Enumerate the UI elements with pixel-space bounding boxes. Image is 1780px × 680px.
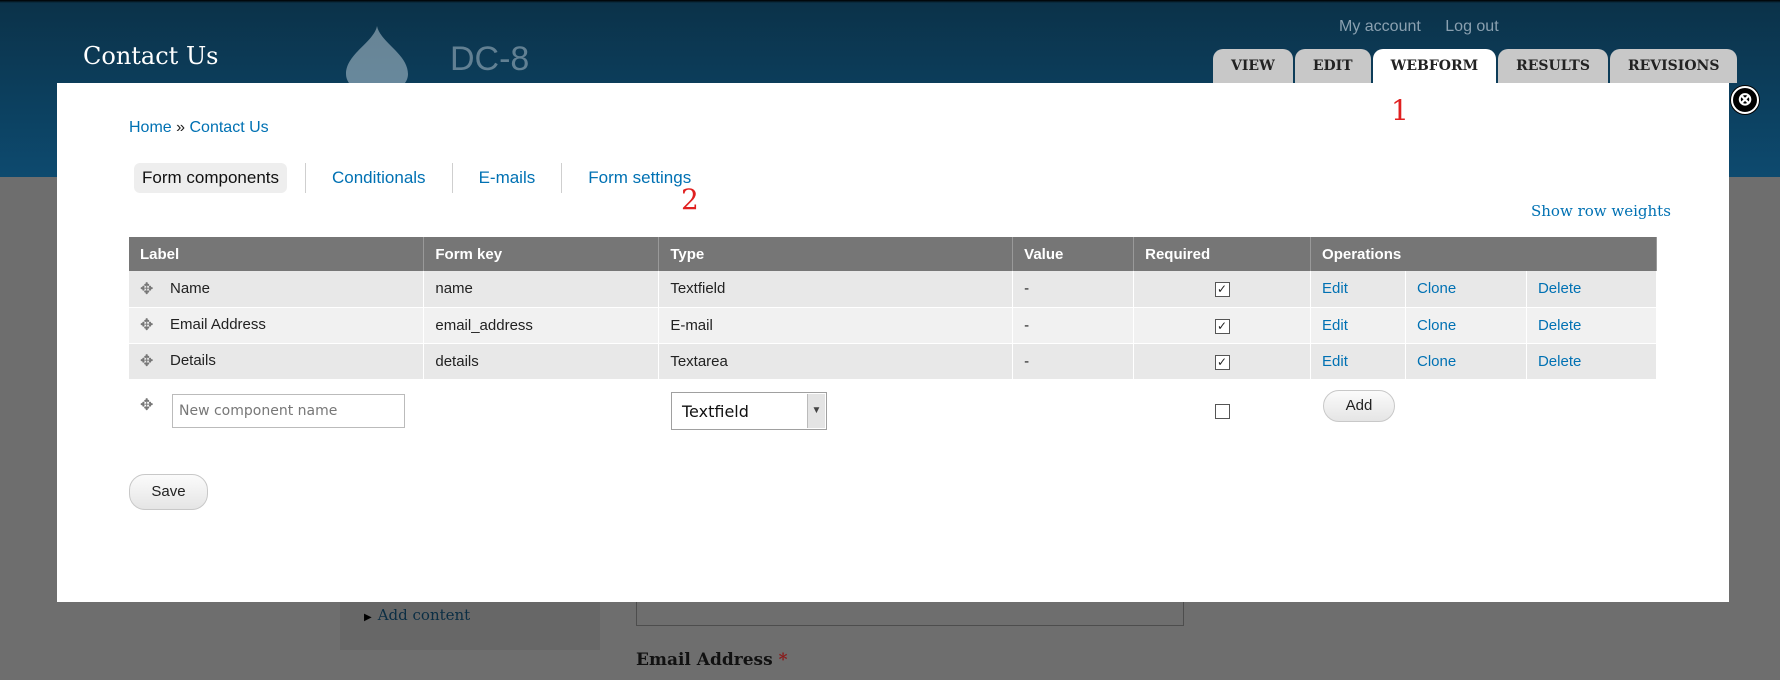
drag-handle-icon[interactable]: ✥: [140, 351, 156, 371]
breadcrumb-separator: »: [176, 119, 186, 136]
component-form-key: name: [423, 271, 660, 308]
delete-link[interactable]: Delete: [1538, 317, 1581, 334]
component-value: -: [1012, 343, 1135, 380]
clone-link[interactable]: Clone: [1417, 317, 1456, 334]
add-button[interactable]: Add: [1323, 390, 1395, 422]
component-value: -: [1012, 271, 1135, 308]
tab-form-settings[interactable]: Form settings: [561, 163, 717, 193]
site-name[interactable]: Contact Us: [83, 42, 218, 70]
header-value: Value: [1012, 237, 1135, 271]
tab-conditionals[interactable]: Conditionals: [305, 163, 452, 193]
edit-link[interactable]: Edit: [1322, 280, 1348, 297]
breadcrumb-contact-us[interactable]: Contact Us: [190, 119, 269, 136]
annotation-1: 1: [1391, 94, 1409, 127]
user-links: My account Log out: [1339, 18, 1519, 36]
component-form-key: email_address: [423, 307, 660, 344]
component-type: Textarea: [658, 343, 1014, 380]
required-checkbox[interactable]: ✓: [1214, 354, 1230, 370]
table-header-row: Label Form key Type Value Required Opera…: [129, 237, 1657, 271]
component-type: Textfield: [658, 271, 1014, 308]
delete-link[interactable]: Delete: [1538, 280, 1581, 297]
required-mark: *: [778, 650, 788, 670]
drag-handle-icon[interactable]: ✥: [140, 395, 156, 415]
show-row-weights-link[interactable]: Show row weights: [1531, 202, 1671, 220]
table-row: ✥ Details details Textarea - ✓ Edit Clone…: [129, 343, 1658, 380]
breadcrumb-home[interactable]: Home: [129, 119, 172, 136]
header-required: Required: [1133, 237, 1312, 271]
log-out-link[interactable]: Log out: [1445, 18, 1498, 35]
breadcrumb: Home » Contact Us: [129, 119, 269, 137]
close-icon[interactable]: ⊗: [1731, 86, 1759, 114]
primary-tabs: VIEW EDIT WEBFORM RESULTS REVISIONS: [1213, 49, 1738, 83]
component-type-selected: Textfield: [682, 402, 749, 421]
add-content-link[interactable]: ▶ Add content: [364, 606, 470, 624]
drag-handle-icon[interactable]: ✥: [140, 315, 156, 335]
tab-view[interactable]: VIEW: [1213, 49, 1293, 83]
component-value: -: [1012, 307, 1135, 344]
table-row: ✥ Name name Textfield - ✓ Edit Clone Dele…: [129, 271, 1658, 308]
new-component-required-checkbox[interactable]: [1215, 404, 1230, 419]
edit-link[interactable]: Edit: [1322, 317, 1348, 334]
site-slogan: DC-8: [450, 40, 530, 78]
clone-link[interactable]: Clone: [1417, 353, 1456, 370]
component-label: Email Address: [170, 315, 266, 333]
required-checkbox[interactable]: ✓: [1214, 318, 1230, 334]
tab-form-components[interactable]: Form components: [134, 163, 287, 193]
tab-emails[interactable]: E-mails: [451, 163, 562, 193]
delete-link[interactable]: Delete: [1538, 353, 1581, 370]
component-label: Name: [170, 279, 211, 297]
component-type: E-mail: [658, 307, 1014, 344]
header-type: Type: [658, 237, 1014, 271]
header-operations: Operations: [1310, 237, 1657, 271]
triangle-right-icon: ▶: [364, 612, 372, 623]
component-label: Details: [170, 351, 216, 369]
save-button[interactable]: Save: [129, 474, 208, 510]
header-label: Label: [129, 237, 425, 271]
header-form-key: Form key: [423, 237, 660, 271]
tab-edit[interactable]: EDIT: [1294, 49, 1371, 83]
tab-results[interactable]: RESULTS: [1498, 49, 1608, 83]
required-checkbox[interactable]: ✓: [1214, 282, 1230, 298]
new-component-name-input[interactable]: [172, 394, 405, 428]
component-type-select[interactable]: Textfield ▼: [671, 392, 827, 430]
my-account-link[interactable]: My account: [1339, 18, 1421, 35]
component-form-key: details: [423, 343, 660, 380]
clone-link[interactable]: Clone: [1417, 280, 1456, 297]
edit-link[interactable]: Edit: [1322, 353, 1348, 370]
tab-revisions[interactable]: REVISIONS: [1609, 49, 1738, 83]
secondary-tabs: Form components Conditionals E-mails For…: [134, 163, 717, 193]
new-component-row: ✥ Textfield ▼ Add: [129, 388, 1657, 438]
tab-webform[interactable]: WEBFORM: [1372, 49, 1497, 83]
chevron-down-icon: ▼: [807, 394, 825, 428]
email-address-label: Email Address *: [636, 650, 788, 670]
components-table: Label Form key Type Value Required Opera…: [129, 237, 1658, 380]
table-row: ✥ Email Address email_address E-mail - ✓ …: [129, 307, 1658, 344]
drag-handle-icon[interactable]: ✥: [140, 279, 156, 299]
